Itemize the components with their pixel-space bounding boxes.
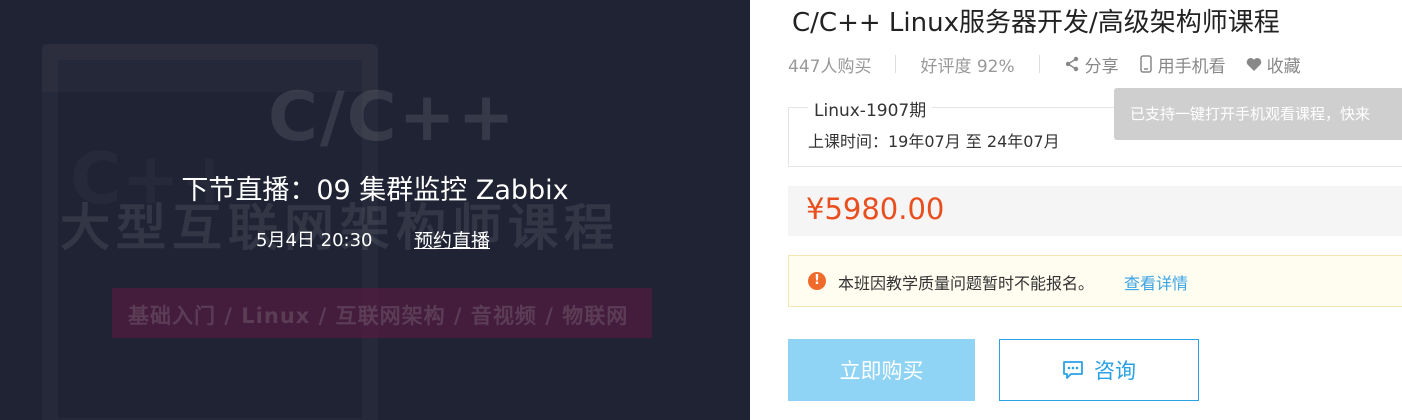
course-meta: 447人购买 好评度 92% 分享 用手机看 收藏: [788, 52, 1321, 77]
buyer-count: 447人购买: [788, 56, 872, 77]
consult-button[interactable]: 咨询: [999, 339, 1199, 401]
notice-text: 本班因教学质量问题暂时不能报名。: [838, 274, 1095, 293]
live-time: 5月4日 20:30: [256, 230, 373, 251]
tooltip-text: 已支持一键打开手机观看课程，快来: [1130, 105, 1371, 123]
meta-divider: [1038, 55, 1040, 73]
mobile-view-label: 用手机看: [1157, 56, 1226, 77]
mobile-view-tooltip: 已支持一键打开手机观看课程，快来: [1114, 88, 1402, 140]
mobile-view-button[interactable]: 用手机看: [1139, 52, 1226, 77]
next-live-title: 下节直播：09 集群监控 Zabbix: [181, 175, 569, 206]
consult-label: 咨询: [1094, 360, 1136, 383]
course-title: C/C++ Linux服务器开发/高级架构师课程: [792, 8, 1280, 38]
course-banner: C++ C/C++ 大型互联网架构师课程 基础入门 / Linux / 互联网架…: [0, 0, 750, 420]
chat-icon: [1063, 361, 1083, 379]
favorite-button[interactable]: 收藏: [1246, 52, 1301, 77]
meta-divider: [895, 55, 897, 73]
warning-icon: !: [808, 272, 826, 290]
buy-now-label: 立即购买: [839, 360, 924, 383]
share-button[interactable]: 分享: [1064, 52, 1119, 77]
buy-now-button[interactable]: 立即购买: [788, 339, 975, 401]
period-label[interactable]: Linux-1907期: [808, 96, 933, 121]
view-details-link[interactable]: 查看详情: [1124, 270, 1188, 294]
favorite-label: 收藏: [1266, 56, 1301, 77]
period-time: 上课时间：19年07月 至 24年07月: [808, 132, 1060, 151]
phone-icon: [1139, 55, 1152, 73]
reserve-live-link[interactable]: 预约直播: [414, 226, 490, 253]
banner-overlay: [0, 0, 750, 420]
share-label: 分享: [1084, 56, 1119, 77]
rating: 好评度 92%: [920, 56, 1015, 77]
heart-icon: [1246, 57, 1261, 71]
share-icon: [1065, 56, 1078, 72]
course-price: ¥5980.00: [806, 192, 945, 226]
